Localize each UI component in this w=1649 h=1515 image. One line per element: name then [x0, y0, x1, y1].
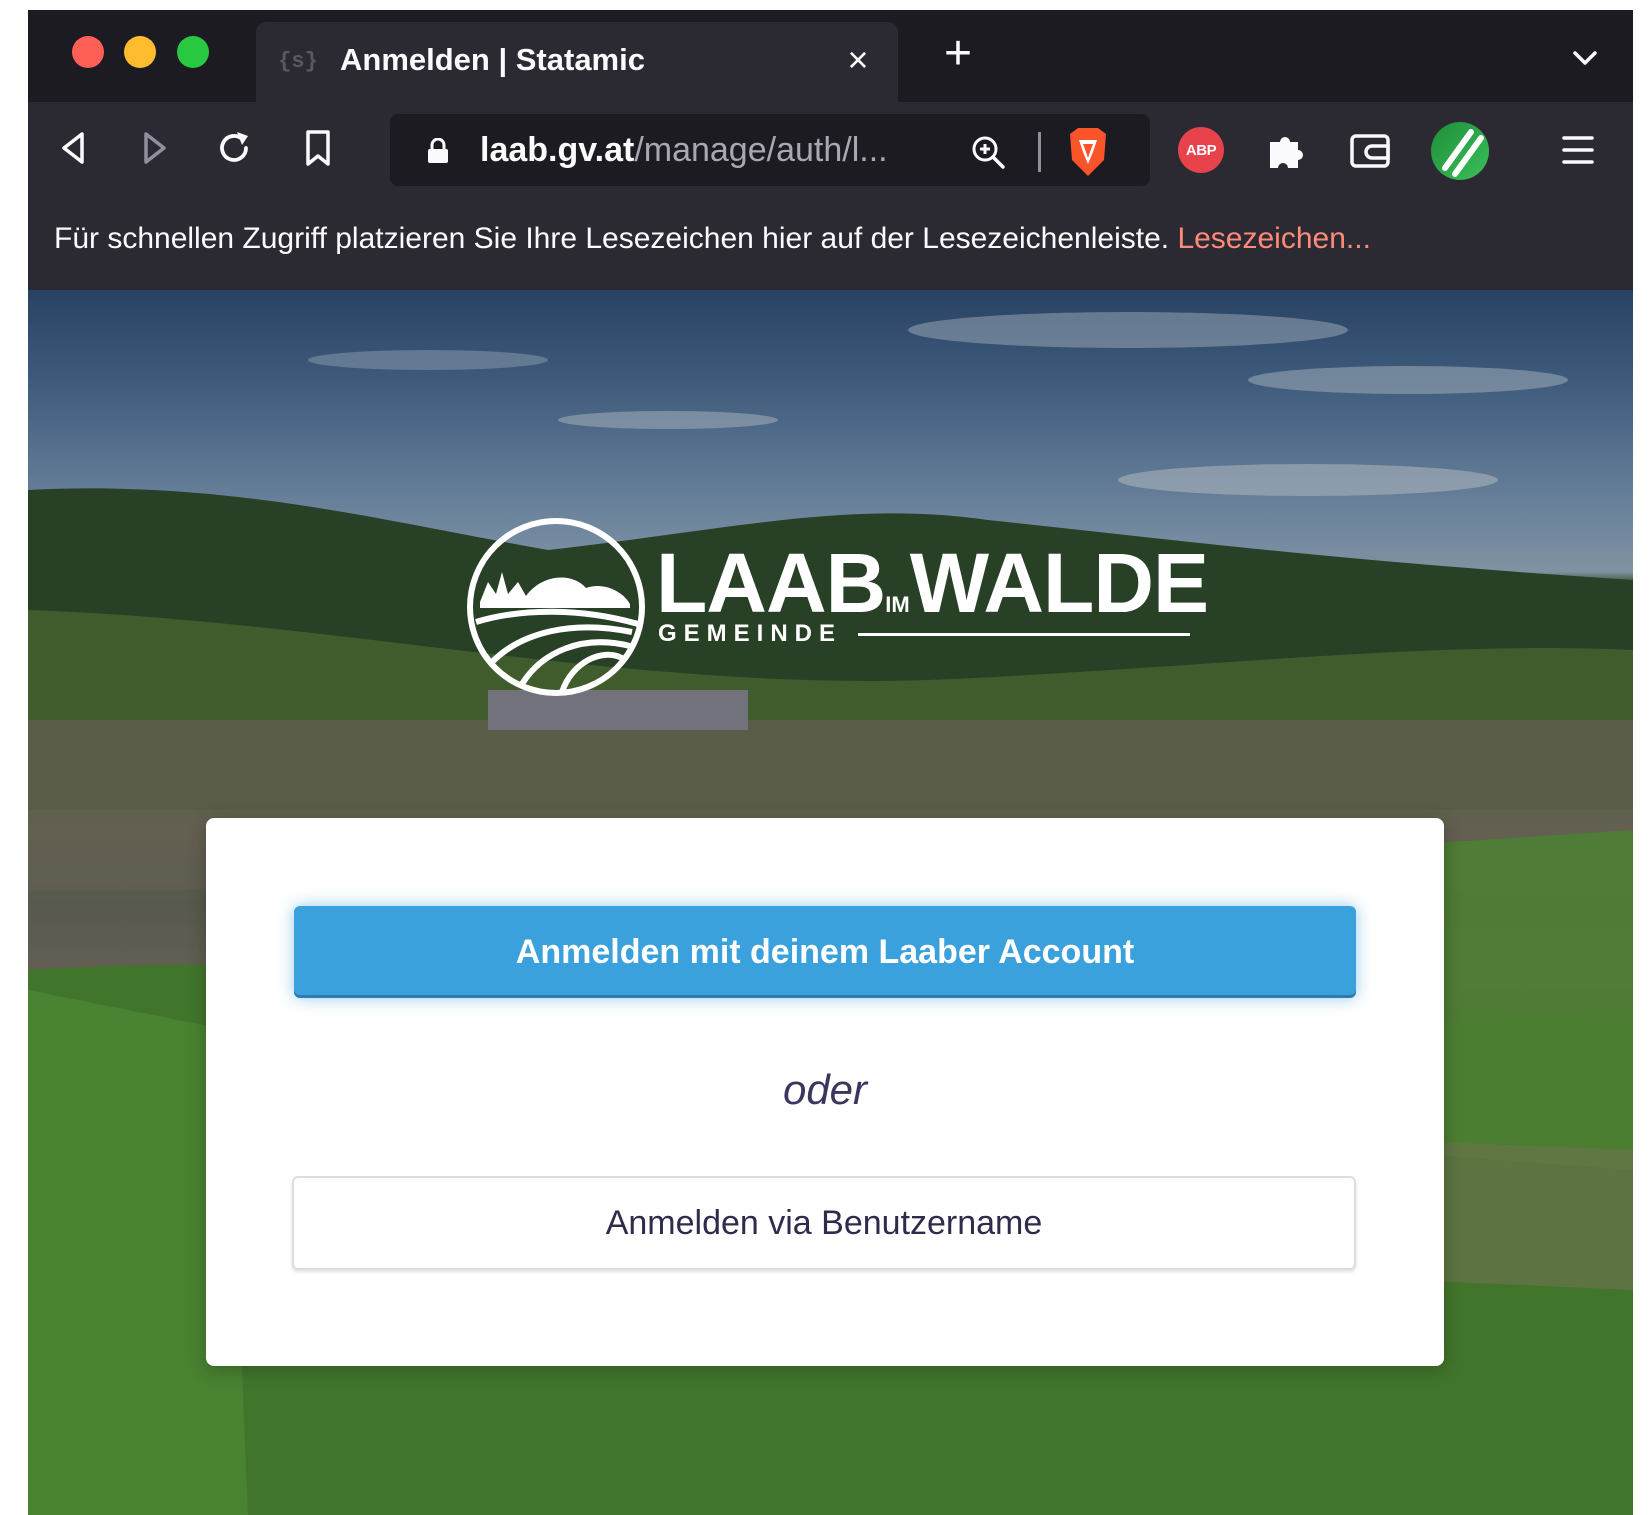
menu-hamburger-icon[interactable]	[1554, 126, 1602, 174]
browser-window: {s} Anmelden | Statamic × + laab.gv.at/m…	[28, 10, 1633, 1515]
maximize-window-button[interactable]	[177, 36, 209, 68]
bookmark-icon[interactable]	[292, 122, 344, 174]
logo-name-part1: LAAB	[656, 536, 886, 630]
new-tab-button[interactable]: +	[936, 30, 980, 78]
login-separator: oder	[782, 1066, 868, 1113]
close-window-button[interactable]	[72, 36, 104, 68]
bookmarks-link[interactable]: Lesezeichen...	[1177, 222, 1370, 255]
logo-divider	[858, 633, 1190, 636]
reload-icon[interactable]	[208, 122, 260, 174]
adblock-plus-icon[interactable]: ABP	[1178, 127, 1224, 173]
close-icon[interactable]: ×	[840, 40, 876, 80]
extensions-puzzle-icon[interactable]	[1262, 126, 1310, 174]
minimize-window-button[interactable]	[124, 36, 156, 68]
forward-icon[interactable]	[128, 122, 180, 174]
lock-icon[interactable]	[426, 137, 450, 164]
tab-active[interactable]: {s} Anmelden | Statamic ×	[256, 22, 898, 102]
profile-avatar-icon[interactable]	[1431, 122, 1489, 180]
url-path: /manage/auth/l...	[634, 131, 888, 169]
username-login-button[interactable]: Anmelden via Benutzername	[292, 1176, 1356, 1270]
address-bar[interactable]: laab.gv.at/manage/auth/l...	[390, 114, 1150, 186]
zoom-icon[interactable]	[968, 132, 1008, 172]
bookmarks-toolbar: Für schnellen Zugriff platzieren Sie Ihr…	[28, 198, 1633, 290]
url-separator	[1038, 132, 1041, 172]
logo-subtitle: GEMEINDE	[658, 620, 843, 647]
logo-name-part2: WALDE	[909, 536, 1209, 630]
bookmarks-hint-text: Für schnellen Zugriff platzieren Sie Ihr…	[54, 222, 1170, 255]
bookmarks-hint: Für schnellen Zugriff platzieren Sie Ihr…	[54, 222, 1371, 256]
back-icon[interactable]	[48, 122, 100, 174]
chevron-down-icon[interactable]	[1567, 40, 1603, 76]
tab-title: Anmelden | Statamic	[340, 42, 645, 77]
login-card: Anmelden mit deinem Laaber Account oder …	[206, 818, 1444, 1366]
navigation-toolbar: laab.gv.at/manage/auth/l... ABP	[28, 102, 1633, 198]
logo-emblem-icon	[467, 518, 645, 696]
page-content: LAABIMWALDE GEMEINDE Anmelden mit deinem…	[28, 290, 1633, 1515]
logo-wordmark: LAABIMWALDE	[656, 535, 1209, 632]
statamic-favicon-icon: {s}	[278, 49, 318, 74]
brave-shield-icon[interactable]	[1062, 124, 1114, 180]
tab-strip: {s} Anmelden | Statamic × +	[28, 10, 1633, 102]
url-host: laab.gv.at	[480, 131, 635, 169]
oauth-login-button[interactable]: Anmelden mit deinem Laaber Account	[294, 906, 1356, 998]
wallet-icon[interactable]	[1346, 126, 1394, 174]
logo-name-small: IM	[885, 592, 910, 617]
url-text[interactable]: laab.gv.at/manage/auth/l...	[480, 131, 888, 170]
